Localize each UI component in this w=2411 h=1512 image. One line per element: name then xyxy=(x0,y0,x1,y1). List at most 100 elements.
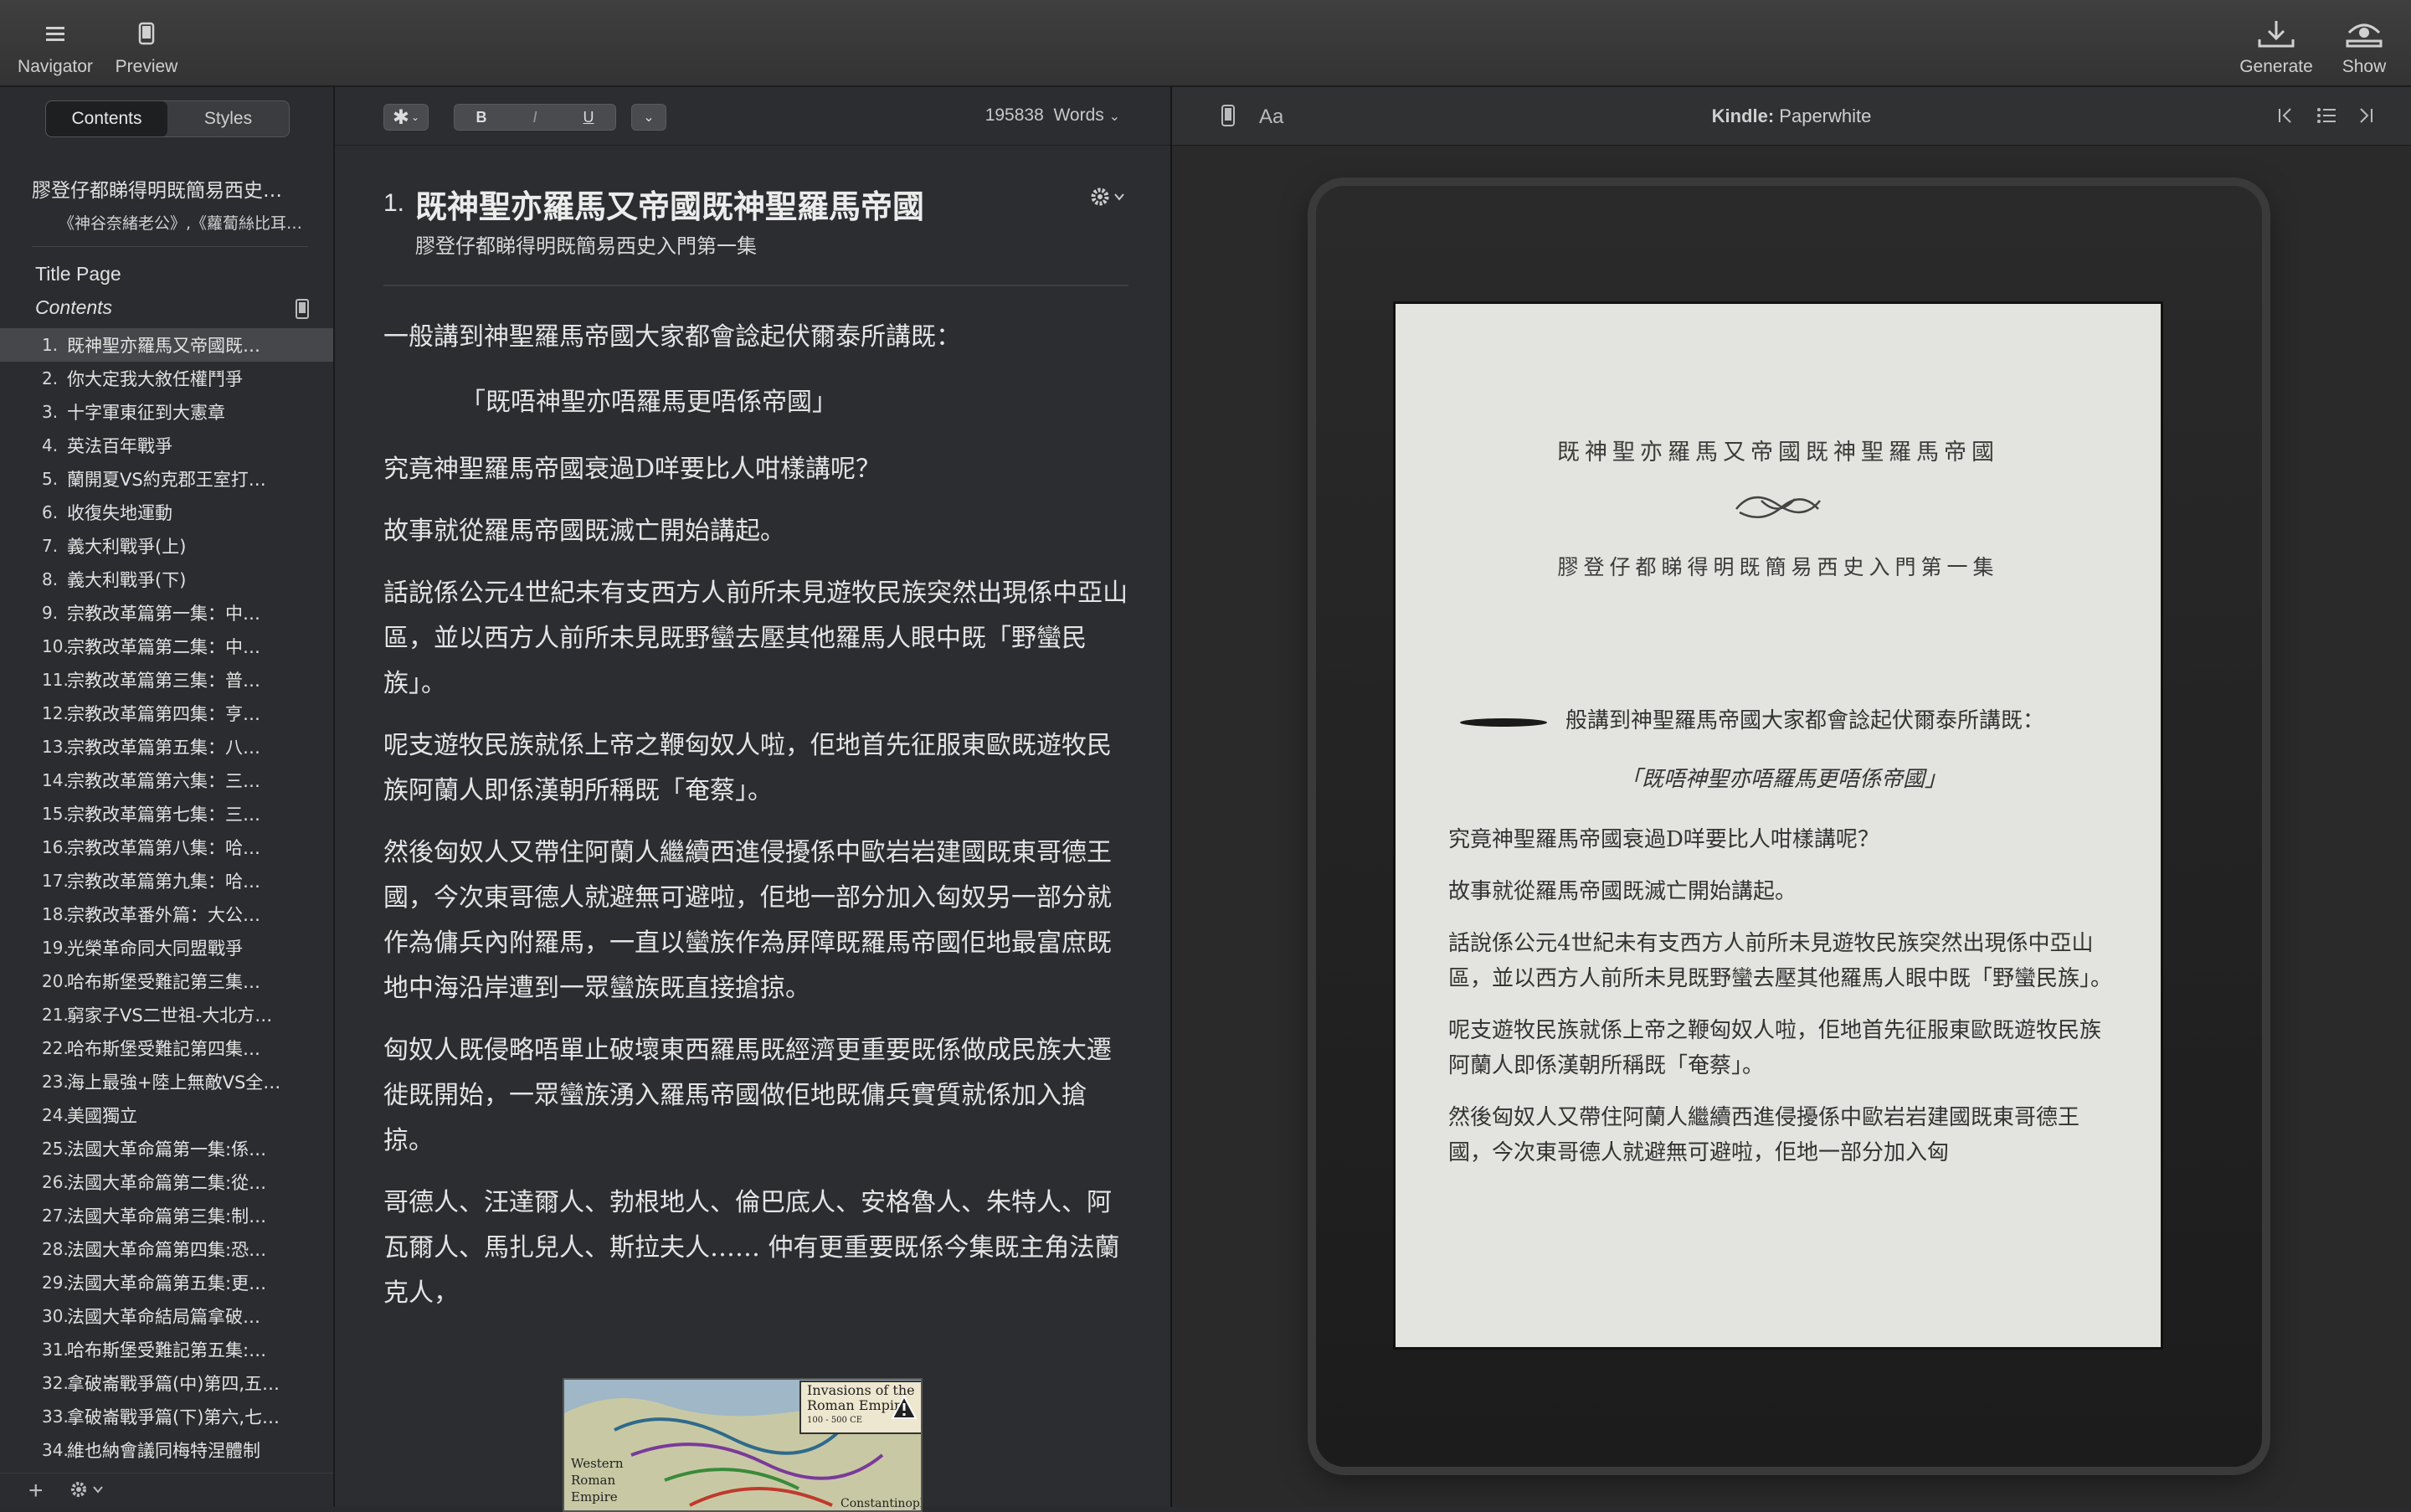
chapter-item-title: 義大利戰爭(上) xyxy=(67,537,187,557)
sidebar-chapter-item[interactable]: 5. 蘭開夏VS約克郡王室打… xyxy=(0,462,333,496)
more-format-button[interactable]: ⌄ xyxy=(631,104,666,131)
sidebar-chapter-item[interactable]: 26. 法國大革命篇第二集:從… xyxy=(0,1165,333,1199)
chapter-item-title: 宗教改革篇第一集：中… xyxy=(67,604,260,624)
sidebar-chapter-item[interactable]: 19. 光榮革命同大同盟戰爭 xyxy=(0,931,333,964)
add-icon[interactable]: + xyxy=(28,1477,44,1505)
word-count-value: 195838 xyxy=(984,105,1044,125)
chapter-title[interactable]: 既神聖亦羅馬又帝國既神聖羅馬帝國 xyxy=(415,181,924,227)
underline-button[interactable]: U xyxy=(562,109,615,126)
style-menu-button[interactable]: ✱ ⌄ xyxy=(383,104,429,131)
sidebar-chapter-item[interactable]: 15. 宗教改革篇第七集：三… xyxy=(0,797,333,831)
device-icon xyxy=(295,298,310,324)
chapter-item-title: 宗教改革篇第五集：八… xyxy=(67,738,260,758)
sidebar-chapter-item[interactable]: 23. 海上最強+陸上無敵VS全… xyxy=(0,1065,333,1098)
chapter-item-number: 33. xyxy=(42,1407,69,1427)
sidebar-chapter-item[interactable]: 10. 宗教改革篇第二集：中… xyxy=(0,630,333,663)
kindle-screen[interactable]: 既神聖亦羅馬又帝國既神聖羅馬帝國 膠登仔都睇得明既簡易西史入門第一集 般講到神聖… xyxy=(1393,301,2163,1350)
tab-contents[interactable]: Contents xyxy=(46,101,167,136)
chapter-number: 1. xyxy=(383,189,405,217)
preview-button[interactable]: Preview xyxy=(105,15,188,77)
chapter-item-title: 十字軍東征到大憲章 xyxy=(67,403,225,423)
chapter-editor: ✱ ⌄ B I U ⌄ 195838 Words ⌄ 1. 既神聖亦羅馬又帝國既神… xyxy=(335,87,1172,1512)
sidebar-chapter-item[interactable]: 27. 法國大革命篇第三集:制… xyxy=(0,1199,333,1232)
toc-list-icon[interactable] xyxy=(2316,105,2337,130)
chapter-item-number: 20. xyxy=(42,971,69,991)
sidebar-chapter-item[interactable]: 32. 拿破崙戰爭篇(中)第四,五… xyxy=(0,1366,333,1400)
chapter-item-title: 窮家子VS二世祖-大北方… xyxy=(67,1005,273,1026)
tab-styles[interactable]: Styles xyxy=(167,101,289,136)
sidebar-chapter-item[interactable]: 17. 宗教改革篇第九集：哈… xyxy=(0,864,333,897)
chapter-item-number: 22. xyxy=(42,1038,69,1058)
sidebar-chapter-item[interactable]: 28. 法國大革命篇第四集:恐… xyxy=(0,1232,333,1266)
chapter-item-title: 光榮革命同大同盟戰爭 xyxy=(67,939,243,959)
sidebar-chapter-item[interactable]: 7. 義大利戰爭(上) xyxy=(0,529,333,563)
paragraph: 匈奴人既侵略唔單止破壞東西羅馬既經濟更重要既係做成民族大遷徙既開始，一眾蠻族湧入… xyxy=(383,1036,1112,1155)
chapter-item-title: 美國獨立 xyxy=(67,1106,137,1126)
sidebar-chapter-item[interactable]: 14. 宗教改革篇第六集：三… xyxy=(0,764,333,797)
chapter-item-title: 拿破崙戰爭篇(中)第四,五… xyxy=(67,1374,280,1394)
kindle-paragraph: 話說係公元4世紀未有支西方人前所未見遊牧民族突然出現係中亞山區，並以西方人前所未… xyxy=(1448,931,2113,991)
sidebar-chapter-item[interactable]: 12. 宗教改革篇第四集：亨… xyxy=(0,697,333,730)
chapter-item-number: 26. xyxy=(42,1172,69,1192)
sidebar-chapter-item[interactable]: 2. 你大定我大敘任權鬥爭 xyxy=(0,362,333,395)
sidebar-chapter-item[interactable]: 9. 宗教改革篇第一集：中… xyxy=(0,596,333,630)
sidebar-chapter-item[interactable]: 30. 法國大革命結局篇拿破… xyxy=(0,1299,333,1333)
kindle-paragraph: 故事就從羅馬帝國既滅亡開始講起。 xyxy=(1448,879,1797,904)
kindle-first-paragraph: 般講到神聖羅馬帝國大家都會諗起伏爾泰所講既： xyxy=(1448,703,2118,738)
chapter-item-title: 海上最強+陸上無敵VS全… xyxy=(67,1072,281,1093)
chapter-item-number: 11. xyxy=(42,670,69,690)
sidebar-chapter-item[interactable]: 6. 收復失地運動 xyxy=(0,496,333,529)
sidebar-chapter-item[interactable]: 22. 哈布斯堡受難記第四集… xyxy=(0,1031,333,1065)
sidebar-item-title-page[interactable]: Title Page xyxy=(35,263,121,285)
sidebar-chapter-item[interactable]: 1. 既神聖亦羅馬又帝國既… xyxy=(0,328,333,362)
chapter-body[interactable]: 一般講到神聖羅馬帝國大家都會諗起伏爾泰所講既： 「既唔神聖亦唔羅馬更唔係帝國」 … xyxy=(383,315,1128,1333)
kindle-device-frame: 既神聖亦羅馬又帝國既神聖羅馬帝國 膠登仔都睇得明既簡易西史入門第一集 般講到神聖… xyxy=(1316,186,2262,1467)
preview-toolbar: Aa Kindle: Paperwhite xyxy=(1172,87,2411,146)
generate-button[interactable]: Generate xyxy=(2229,15,2324,77)
sidebar-chapter-item[interactable]: 11. 宗教改革篇第三集：普… xyxy=(0,663,333,697)
map-image[interactable]: Invasions of the Roman Empire 100 - 500 … xyxy=(563,1378,923,1512)
chapter-item-title: 蘭開夏VS約克郡王室打… xyxy=(67,470,266,490)
sidebar-chapter-item[interactable]: 29. 法國大革命篇第五集:更… xyxy=(0,1266,333,1299)
chapter-subtitle[interactable]: 膠登仔都睇得明既簡易西史入門第一集 xyxy=(415,229,757,259)
book-info[interactable]: 膠登仔都睇得明既簡易西史… 《神谷奈緒老公》,《蘿蔔絲比耳… xyxy=(32,174,316,234)
chapter-item-number: 28. xyxy=(42,1239,69,1259)
word-count[interactable]: 195838 Words ⌄ xyxy=(985,105,1120,126)
chapter-item-title: 哈布斯堡受難記第四集… xyxy=(67,1039,260,1059)
sidebar-chapter-item[interactable]: 34. 維也納會議同梅特涅體制 xyxy=(0,1433,333,1467)
sidebar-chapter-item[interactable]: 31. 哈布斯堡受難記第五集:… xyxy=(0,1333,333,1366)
device-icon xyxy=(105,15,188,52)
first-page-icon[interactable] xyxy=(2275,105,2295,130)
download-icon xyxy=(2229,15,2324,52)
sidebar-chapter-item[interactable]: 24. 美國獨立 xyxy=(0,1098,333,1132)
chevron-down-icon: ⌄ xyxy=(1108,110,1120,124)
kindle-preview-pane: Aa Kindle: Paperwhite 既神聖亦羅馬又帝國既神聖羅馬帝國 膠… xyxy=(1172,87,2411,1507)
chapter-item-number: 2. xyxy=(42,368,59,388)
sidebar-item-contents[interactable]: Contents xyxy=(35,296,112,319)
chapter-item-number: 17. xyxy=(42,871,69,891)
show-button[interactable]: Show xyxy=(2331,15,2398,77)
sidebar-chapter-item[interactable]: 18. 宗教改革番外篇：大公… xyxy=(0,897,333,931)
sidebar-chapter-item[interactable]: 4. 英法百年戰爭 xyxy=(0,429,333,462)
chapter-item-title: 法國大革命結局篇拿破… xyxy=(67,1307,260,1327)
chapter-item-title: 法國大革命篇第三集:制… xyxy=(67,1206,267,1227)
sidebar-chapter-item[interactable]: 13. 宗教改革篇第五集：八… xyxy=(0,730,333,764)
chapter-settings-icon[interactable] xyxy=(1088,186,1128,212)
kindle-paragraph: 呢支遊牧民族就係上帝之鞭匈奴人啦，佢地首先征服東歐既遊牧民族阿蘭人即係漢朝所稱既… xyxy=(1448,1018,2102,1078)
sidebar-chapter-item[interactable]: 8. 義大利戰爭(下) xyxy=(0,563,333,596)
chapter-item-number: 8. xyxy=(42,569,59,589)
chapter-item-number: 29. xyxy=(42,1273,69,1293)
sidebar-chapter-item[interactable]: 25. 法國大革命篇第一集:係… xyxy=(0,1132,333,1165)
navigator-button[interactable]: Navigator xyxy=(13,15,97,77)
sidebar-chapter-item[interactable]: 33. 拿破崙戰爭篇(下)第六,七… xyxy=(0,1400,333,1433)
last-page-icon[interactable] xyxy=(2356,105,2376,130)
chapter-item-number: 6. xyxy=(42,502,59,522)
sidebar-chapter-item[interactable]: 20. 哈布斯堡受難記第三集… xyxy=(0,964,333,998)
bold-button[interactable]: B xyxy=(455,109,508,126)
sidebar-chapter-item[interactable]: 3. 十字軍東征到大憲章 xyxy=(0,395,333,429)
sidebar-chapter-item[interactable]: 16. 宗教改革篇第八集：哈… xyxy=(0,831,333,864)
italic-button[interactable]: I xyxy=(508,109,562,126)
sidebar-chapter-item[interactable]: 21. 窮家子VS二世祖-大北方… xyxy=(0,998,333,1031)
gear-menu-icon[interactable] xyxy=(69,1479,105,1504)
device-label[interactable]: Kindle: Paperwhite xyxy=(1172,105,2411,127)
